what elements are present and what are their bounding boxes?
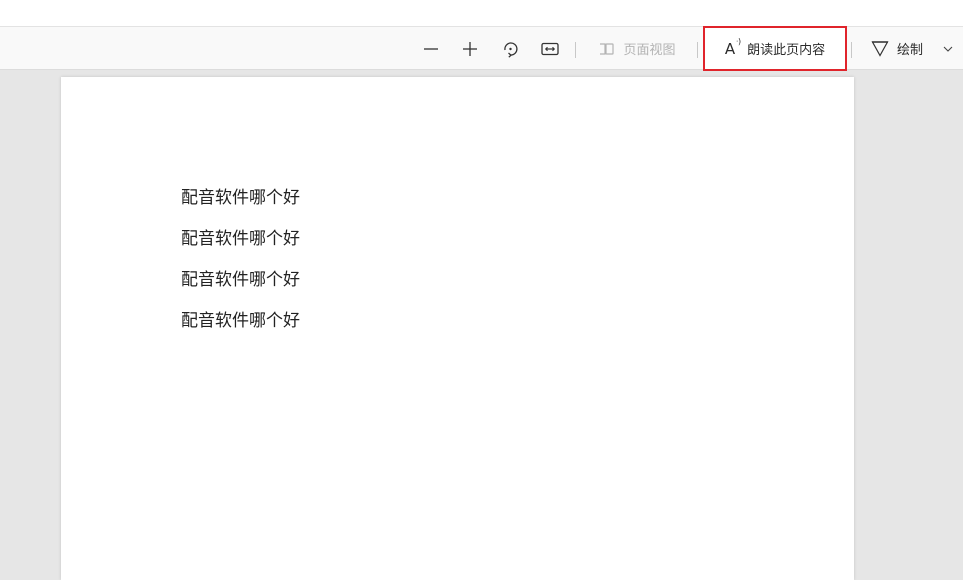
- draw-button[interactable]: 绘制: [866, 27, 928, 70]
- document-text-line: 配音软件哪个好: [181, 270, 300, 290]
- plus-icon: [463, 41, 477, 56]
- pdf-toolbar: 页面视图 A ᐧ) 朗读此页内容 绘制: [0, 26, 963, 71]
- toolbar-separator: [575, 42, 576, 58]
- toolbar-separator: [697, 42, 698, 58]
- minus-icon: [424, 47, 438, 50]
- read-aloud-sound-glyph: ᐧ): [735, 36, 742, 46]
- document-text-line: 配音软件哪个好: [181, 311, 300, 331]
- draw-icon: [871, 41, 889, 57]
- toolbar-separator: [851, 42, 852, 58]
- page-view-button[interactable]: 页面视图: [592, 27, 682, 70]
- pdf-page: 配音软件哪个好 配音软件哪个好 配音软件哪个好 配音软件哪个好: [61, 77, 854, 580]
- zoom-in-button[interactable]: [459, 27, 481, 70]
- read-aloud-glyph: A: [724, 39, 736, 58]
- rotate-button[interactable]: [499, 27, 521, 70]
- page-view-label: 页面视图: [623, 43, 676, 58]
- read-aloud-button[interactable]: A ᐧ) 朗读此页内容: [703, 26, 847, 71]
- fit-to-width-button[interactable]: [539, 27, 561, 70]
- fit-width-icon: [541, 42, 559, 55]
- document-text-line: 配音软件哪个好: [181, 229, 300, 249]
- document-text-line: 配音软件哪个好: [181, 188, 300, 208]
- rotate-icon: [504, 41, 518, 58]
- draw-options-dropdown[interactable]: [939, 27, 957, 70]
- chevron-down-icon: [943, 46, 953, 52]
- read-aloud-label: 朗读此页内容: [747, 43, 826, 58]
- draw-label: 绘制: [896, 43, 923, 58]
- window-top-strip: [0, 0, 963, 26]
- zoom-out-button[interactable]: [420, 27, 442, 70]
- read-aloud-icon: A ᐧ): [724, 36, 742, 58]
- page-view-icon: [600, 42, 615, 55]
